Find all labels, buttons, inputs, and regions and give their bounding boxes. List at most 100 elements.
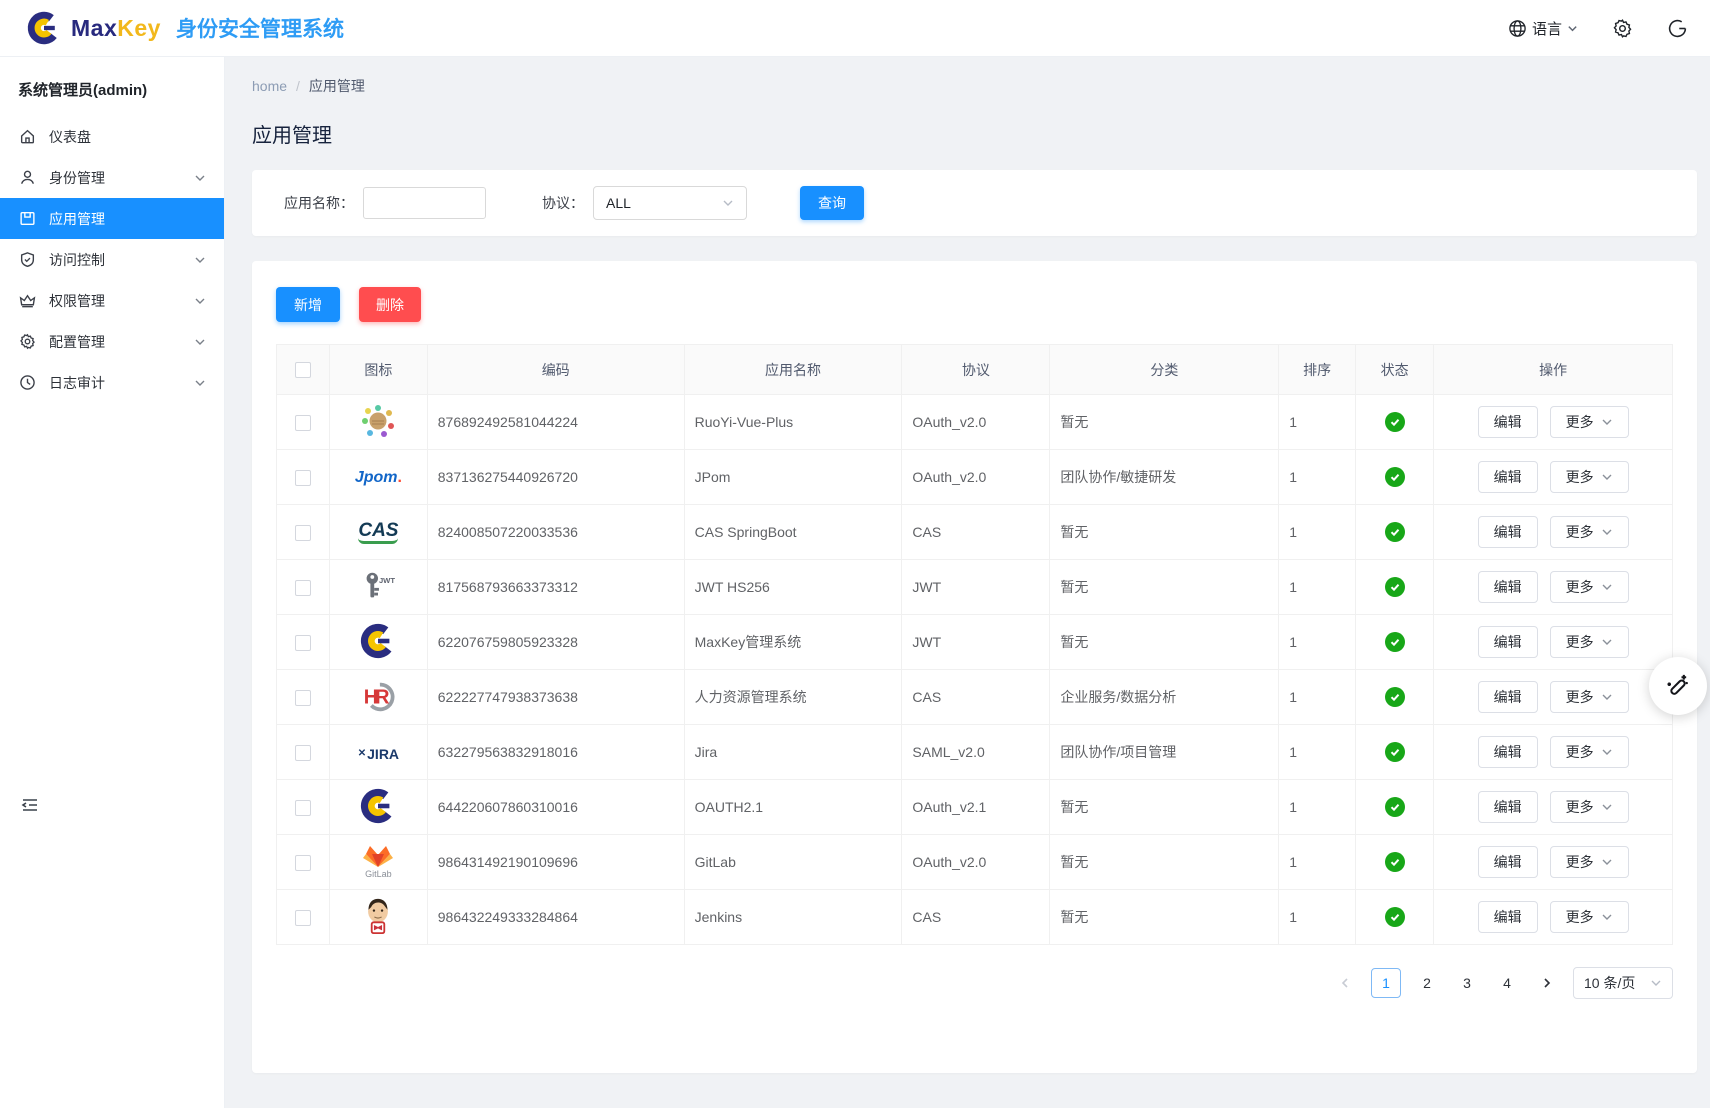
toolbar: 新增 删除 [276, 287, 1673, 322]
more-button[interactable]: 更多 [1550, 736, 1629, 768]
sidebar-item-gear[interactable]: 配置管理 [0, 321, 224, 362]
more-button[interactable]: 更多 [1550, 516, 1629, 548]
app-name: 人力资源管理系统 [684, 670, 902, 725]
breadcrumb-separator: / [296, 78, 300, 94]
row-checkbox[interactable] [295, 525, 311, 541]
settings-button[interactable] [1612, 18, 1633, 39]
row-checkbox[interactable] [295, 855, 311, 871]
app-name: GitLab [684, 835, 902, 890]
sidebar-item-label: 日志审计 [49, 373, 105, 393]
top-bar: MaxKey 身份安全管理系统 语言 [0, 0, 1710, 57]
app-protocol: OAuth_v2.0 [902, 835, 1050, 890]
edit-button[interactable]: 编辑 [1478, 901, 1538, 933]
brand: MaxKey 身份安全管理系统 [26, 10, 344, 46]
app-order: 1 [1279, 780, 1356, 835]
app-name: Jenkins [684, 890, 902, 945]
more-button[interactable]: 更多 [1550, 461, 1629, 493]
status-enabled-icon [1385, 522, 1405, 542]
chevron-down-icon [1601, 746, 1613, 758]
app-order: 1 [1279, 560, 1356, 615]
jwt-logo-icon: JWT [359, 567, 397, 605]
pagination-next-button[interactable] [1533, 968, 1561, 998]
chevron-down-icon [1601, 801, 1613, 813]
more-button[interactable]: 更多 [1550, 626, 1629, 658]
row-checkbox[interactable] [295, 800, 311, 816]
edit-button[interactable]: 编辑 [1478, 626, 1538, 658]
row-checkbox[interactable] [295, 910, 311, 926]
row-checkbox[interactable] [295, 470, 311, 486]
app-name-input[interactable] [363, 187, 486, 219]
table-row: 622076759805923328MaxKey管理系统JWT暂无1编辑更多 [277, 615, 1673, 670]
edit-button[interactable]: 编辑 [1478, 406, 1538, 438]
jira-logo-icon: ✕JIRA [358, 747, 399, 761]
sidebar-item-crown[interactable]: 权限管理 [0, 280, 224, 321]
more-button[interactable]: 更多 [1550, 791, 1629, 823]
hr-logo-icon: HR [359, 677, 397, 715]
table-row: 644220607860310016OAUTH2.1OAuth_v2.1暂无1编… [277, 780, 1673, 835]
app-category: 团队协作/敏捷研发 [1050, 450, 1279, 505]
table-row: HR622227747938373638人力资源管理系统CAS企业服务/数据分析… [277, 670, 1673, 725]
sidebar-item-clock[interactable]: 日志审计 [0, 362, 224, 403]
more-button[interactable]: 更多 [1550, 571, 1629, 603]
more-button[interactable]: 更多 [1550, 406, 1629, 438]
magic-wand-floating-button[interactable] [1649, 657, 1707, 715]
row-checkbox[interactable] [295, 415, 311, 431]
delete-button[interactable]: 删除 [359, 287, 421, 322]
ruoyi-logo-icon [358, 401, 398, 441]
row-checkbox[interactable] [295, 635, 311, 651]
cas-logo-icon: CAS [358, 521, 398, 544]
more-button[interactable]: 更多 [1550, 846, 1629, 878]
sidebar-item-apps[interactable]: 应用管理 [0, 198, 224, 239]
chevron-down-icon [1650, 977, 1662, 989]
status-enabled-icon [1385, 577, 1405, 597]
edit-button[interactable]: 编辑 [1478, 571, 1538, 603]
app-code: 876892492581044224 [427, 395, 684, 450]
pagination-prev-button[interactable] [1331, 968, 1359, 998]
edit-button[interactable]: 编辑 [1478, 791, 1538, 823]
app-category: 暂无 [1050, 505, 1279, 560]
logout-button[interactable] [1667, 18, 1688, 39]
brand-name: MaxKey [71, 15, 161, 42]
gitlab-logo-icon: GitLab [360, 845, 396, 879]
sidebar-item-dashboard[interactable]: 仪表盘 [0, 116, 224, 157]
sidebar-collapse-icon[interactable] [20, 795, 40, 815]
edit-button[interactable]: 编辑 [1478, 736, 1538, 768]
add-button[interactable]: 新增 [276, 287, 340, 322]
pagination-page-4[interactable]: 4 [1493, 968, 1521, 998]
pagination-page-2[interactable]: 2 [1413, 968, 1441, 998]
language-switcher[interactable]: 语言 [1508, 18, 1578, 39]
app-protocol: CAS [902, 670, 1050, 725]
table-row: 986432249333284864JenkinsCAS暂无1编辑更多 [277, 890, 1673, 945]
edit-button[interactable]: 编辑 [1478, 846, 1538, 878]
brand-subtitle: 身份安全管理系统 [176, 13, 344, 43]
select-all-checkbox[interactable] [295, 362, 311, 378]
status-enabled-icon [1385, 687, 1405, 707]
app-order: 1 [1279, 725, 1356, 780]
more-button[interactable]: 更多 [1550, 901, 1629, 933]
table-card: 新增 删除 图标编码应用名称协议分类排序状态操作 876892492581044… [252, 261, 1697, 1073]
app-code: 622227747938373638 [427, 670, 684, 725]
row-checkbox[interactable] [295, 745, 311, 761]
pagination-page-3[interactable]: 3 [1453, 968, 1481, 998]
edit-button[interactable]: 编辑 [1478, 681, 1538, 713]
edit-button[interactable]: 编辑 [1478, 461, 1538, 493]
maxkey-logo-icon [359, 622, 397, 660]
sidebar: 系统管理员(admin) 仪表盘身份管理应用管理访问控制权限管理配置管理日志审计 [0, 57, 225, 1108]
app-category: 暂无 [1050, 890, 1279, 945]
row-checkbox[interactable] [295, 690, 311, 706]
breadcrumb-current: 应用管理 [309, 76, 365, 96]
pagination-page-1[interactable]: 1 [1371, 968, 1401, 998]
sidebar-item-shield[interactable]: 访问控制 [0, 239, 224, 280]
breadcrumb-home-link[interactable]: home [252, 78, 287, 94]
edit-button[interactable]: 编辑 [1478, 516, 1538, 548]
row-checkbox[interactable] [295, 580, 311, 596]
page-size-select[interactable]: 10 条/页 [1573, 967, 1673, 999]
protocol-select[interactable]: ALL [593, 186, 747, 220]
app-category: 暂无 [1050, 615, 1279, 670]
sidebar-item-user[interactable]: 身份管理 [0, 157, 224, 198]
gear-icon [18, 333, 36, 351]
breadcrumb: home / 应用管理 [252, 76, 1697, 96]
search-button[interactable]: 查询 [800, 186, 864, 220]
column-header: 编码 [427, 345, 684, 395]
more-button[interactable]: 更多 [1550, 681, 1629, 713]
